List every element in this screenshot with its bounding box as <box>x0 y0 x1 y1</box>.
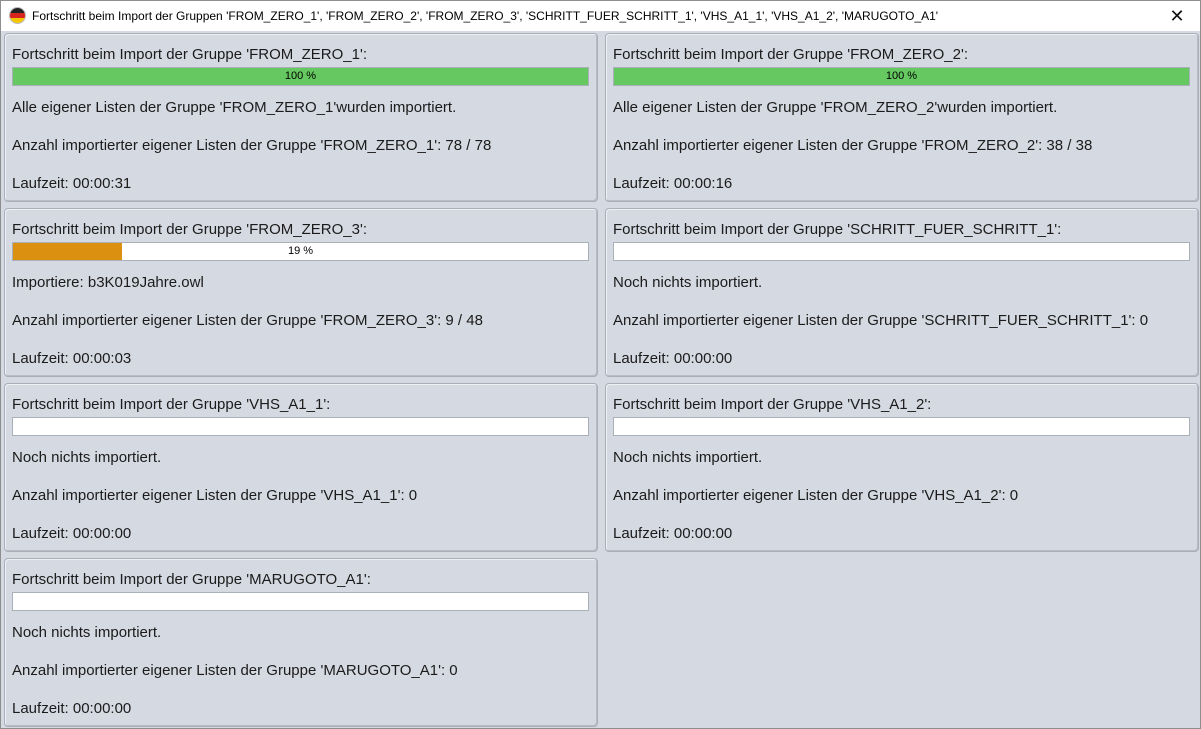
import-count-text: Anzahl importierter eigener Listen der G… <box>613 137 1093 154</box>
group-panel-from-zero-3: Fortschritt beim Import der Gruppe 'FROM… <box>4 208 598 377</box>
group-progress-title: Fortschritt beim Import der Gruppe 'FROM… <box>12 221 367 238</box>
import-count-text: Anzahl importierter eigener Listen der G… <box>12 487 418 504</box>
progress-percent-label: 100 % <box>284 70 317 82</box>
group-panel-from-zero-2: Fortschritt beim Import der Gruppe 'FROM… <box>605 33 1199 202</box>
import-count-text: Anzahl importierter eigener Listen der G… <box>613 487 1019 504</box>
progress-bar <box>12 592 589 611</box>
group-progress-title: Fortschritt beim Import der Gruppe 'SCHR… <box>613 221 1062 238</box>
german-flag-circle-icon <box>10 8 25 23</box>
runtime-text: Laufzeit: 00:00:00 <box>613 350 733 367</box>
group-progress-title: Fortschritt beim Import der Gruppe 'VHS_… <box>613 396 932 413</box>
runtime-text: Laufzeit: 00:00:00 <box>12 700 132 717</box>
progress-bar <box>613 242 1190 261</box>
progress-bar: 19 % <box>12 242 589 261</box>
import-status-text: Importiere: b3K019Jahre.owl <box>12 274 204 291</box>
runtime-text: Laufzeit: 00:00:31 <box>12 175 132 192</box>
group-progress-title: Fortschritt beim Import der Gruppe 'MARU… <box>12 571 371 588</box>
import-count-text: Anzahl importierter eigener Listen der G… <box>12 662 458 679</box>
runtime-text: Laufzeit: 00:00:00 <box>12 525 132 542</box>
close-button[interactable]: ✕ <box>1154 1 1200 31</box>
progress-bar: 100 % <box>12 67 589 86</box>
progress-bar <box>12 417 589 436</box>
import-status-text: Noch nichts importiert. <box>613 274 763 291</box>
import-status-text: Alle eigener Listen der Gruppe 'FROM_ZER… <box>12 99 457 116</box>
progress-bar <box>613 417 1190 436</box>
import-count-text: Anzahl importierter eigener Listen der G… <box>12 137 492 154</box>
import-status-text: Noch nichts importiert. <box>12 624 162 641</box>
import-status-text: Noch nichts importiert. <box>613 449 763 466</box>
group-panel-marugoto-a1: Fortschritt beim Import der Gruppe 'MARU… <box>4 558 598 727</box>
group-panel-vhs-a1-1: Fortschritt beim Import der Gruppe 'VHS_… <box>4 383 598 552</box>
import-count-text: Anzahl importierter eigener Listen der G… <box>613 312 1149 329</box>
group-panel-from-zero-1: Fortschritt beim Import der Gruppe 'FROM… <box>4 33 598 202</box>
import-progress-window: Fortschritt beim Import der Gruppen 'FRO… <box>0 0 1201 729</box>
group-panel-vhs-a1-2: Fortschritt beim Import der Gruppe 'VHS_… <box>605 383 1199 552</box>
progress-bar: 100 % <box>613 67 1190 86</box>
group-progress-title: Fortschritt beim Import der Gruppe 'VHS_… <box>12 396 331 413</box>
import-status-text: Alle eigener Listen der Gruppe 'FROM_ZER… <box>613 99 1058 116</box>
runtime-text: Laufzeit: 00:00:03 <box>12 350 132 367</box>
progress-percent-label: 19 % <box>287 245 314 257</box>
group-progress-title: Fortschritt beim Import der Gruppe 'FROM… <box>12 46 367 63</box>
import-status-text: Noch nichts importiert. <box>12 449 162 466</box>
import-count-text: Anzahl importierter eigener Listen der G… <box>12 312 483 329</box>
runtime-text: Laufzeit: 00:00:16 <box>613 175 733 192</box>
window-title: Fortschritt beim Import der Gruppen 'FRO… <box>32 9 939 23</box>
group-panel-schritt-fuer-schritt-1: Fortschritt beim Import der Gruppe 'SCHR… <box>605 208 1199 377</box>
runtime-text: Laufzeit: 00:00:00 <box>613 525 733 542</box>
title-bar[interactable]: Fortschritt beim Import der Gruppen 'FRO… <box>1 1 1200 31</box>
group-progress-title: Fortschritt beim Import der Gruppe 'FROM… <box>613 46 968 63</box>
progress-percent-label: 100 % <box>885 70 918 82</box>
